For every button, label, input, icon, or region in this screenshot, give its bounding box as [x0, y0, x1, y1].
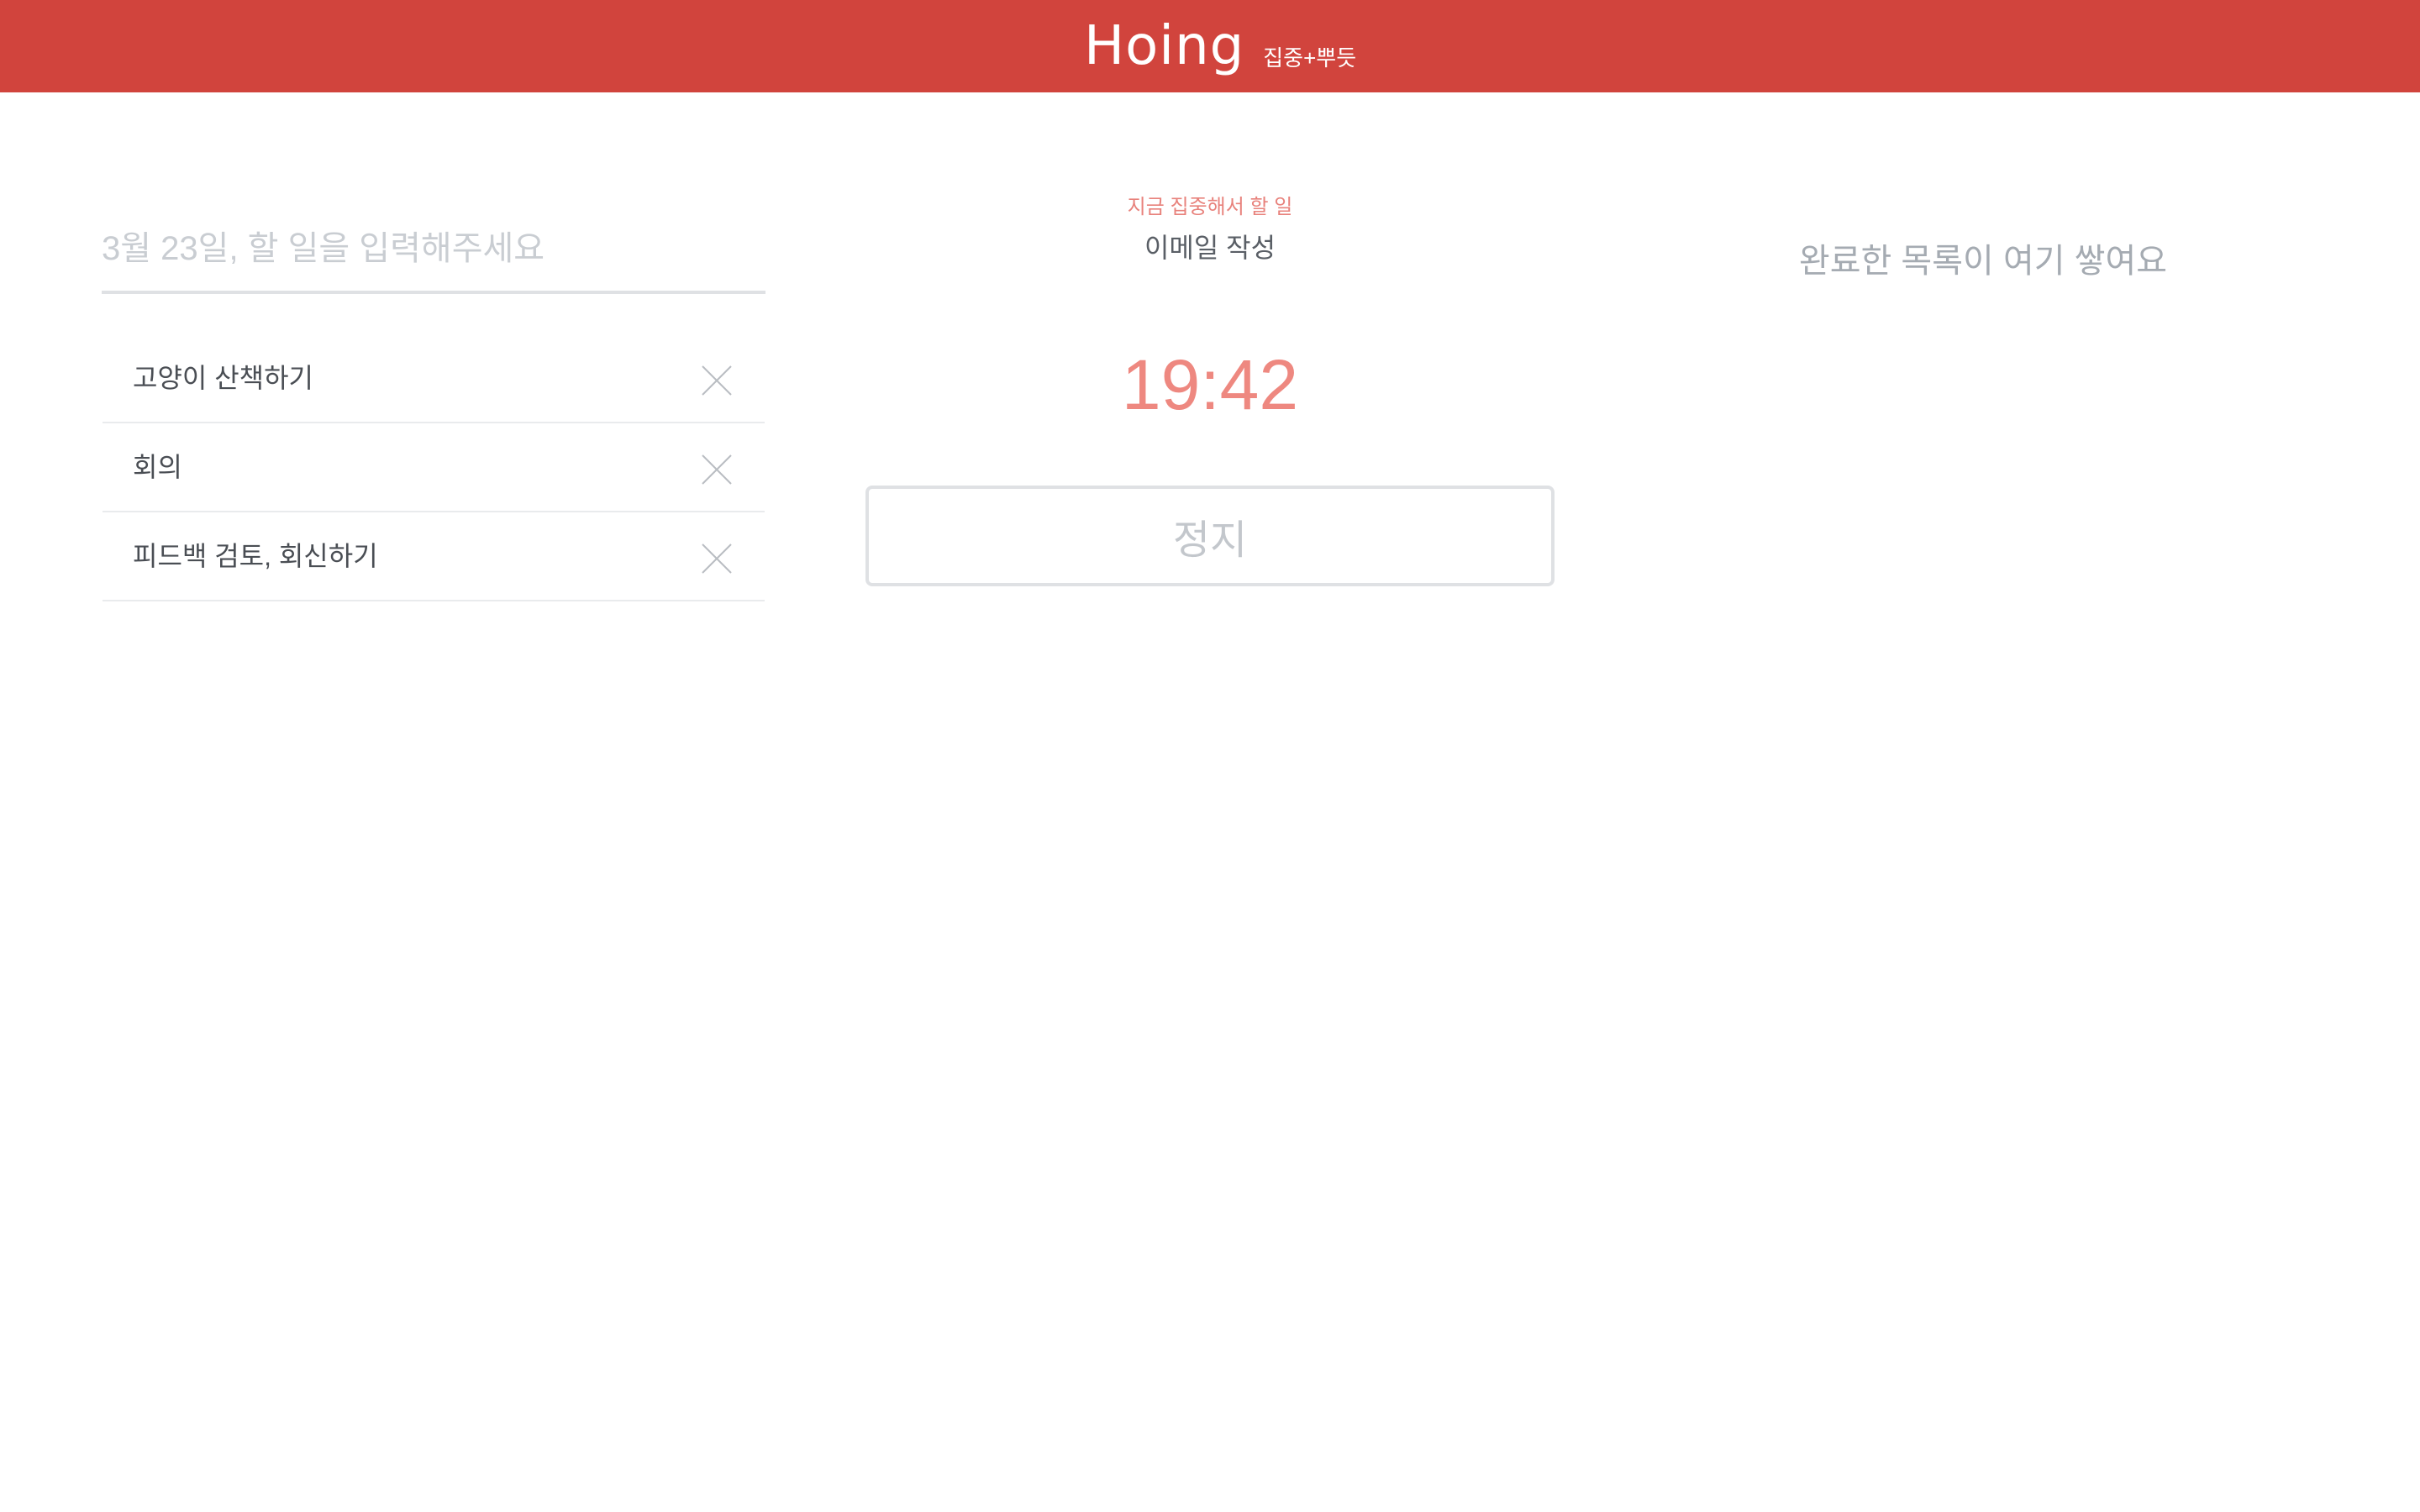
brand[interactable]: Hoing 집중+뿌듯	[1084, 15, 1356, 77]
todo-list: 고양이 산책하기 회의 피드백 검토, 회신하기	[103, 334, 765, 601]
todo-item-label: 고양이 산책하기	[133, 363, 313, 393]
focus-label: 지금 집중해서 할 일	[1127, 196, 1293, 218]
list-item[interactable]: 피드백 검토, 회신하기	[103, 512, 765, 601]
close-icon[interactable]	[701, 543, 733, 575]
timer: 19:42	[1121, 345, 1299, 424]
current-task: 이메일 작성	[1144, 233, 1276, 263]
todo-input[interactable]	[102, 207, 765, 294]
todo-item-label: 피드백 검토, 회신하기	[133, 541, 378, 571]
close-icon[interactable]	[701, 365, 733, 396]
list-item[interactable]: 회의	[103, 423, 765, 512]
app-header: Hoing 집중+뿌듯	[0, 0, 2420, 92]
done-list-placeholder: 완료한 목록이 여기 쌓여요	[1798, 243, 2168, 280]
app-tagline: 집중+뿌듯	[1263, 45, 1357, 71]
todo-item-label: 회의	[133, 452, 182, 482]
close-icon[interactable]	[701, 454, 733, 486]
app-logo: Hoing	[1084, 15, 1245, 77]
stop-button[interactable]: 정지	[865, 486, 1555, 586]
list-item[interactable]: 고양이 산책하기	[103, 334, 765, 423]
